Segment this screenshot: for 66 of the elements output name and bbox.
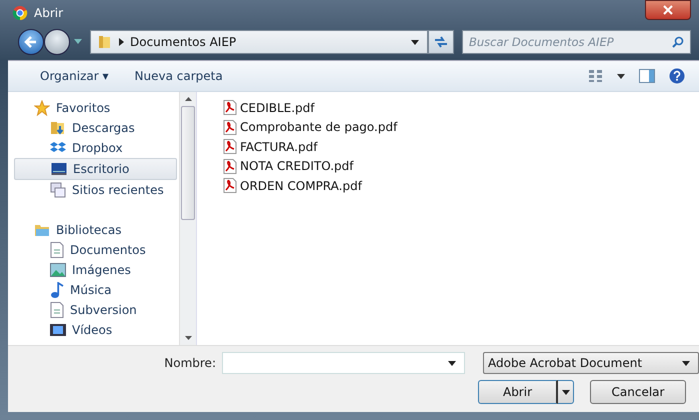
download-folder-icon <box>50 120 66 136</box>
preview-pane-icon[interactable] <box>639 69 655 83</box>
sidebar-item[interactable]: Documentos <box>14 240 179 260</box>
scroll-down-icon <box>184 336 192 340</box>
sidebar-item[interactable]: Sitios recientes <box>14 180 179 200</box>
scrollbar[interactable] <box>179 92 196 345</box>
scroll-up-icon <box>184 97 192 101</box>
open-options-button[interactable] <box>558 380 574 404</box>
music-note-icon <box>50 282 64 298</box>
pdf-file-icon <box>223 139 237 154</box>
caret-icon <box>682 360 690 366</box>
refresh-icon <box>434 36 448 48</box>
address-bar[interactable]: Documentos AIEP <box>90 30 428 54</box>
dropbox-icon <box>50 141 66 155</box>
caret-icon <box>448 360 456 366</box>
file-item[interactable]: ORDEN COMPRA.pdf <box>223 176 398 196</box>
window-title: Abrir <box>34 6 64 20</box>
document-icon <box>50 242 64 258</box>
sidebar-item[interactable]: Dropbox <box>14 138 179 158</box>
back-button[interactable] <box>18 29 44 55</box>
refresh-button[interactable] <box>428 30 454 54</box>
library-folder-icon <box>34 222 50 238</box>
forward-button[interactable] <box>44 29 70 55</box>
file-item[interactable]: CEDIBLE.pdf <box>223 98 398 118</box>
star-icon <box>34 100 50 116</box>
search-field[interactable]: Buscar Documentos AIEP <box>462 30 691 54</box>
open-button[interactable]: Abrir <box>478 380 558 404</box>
sidebar-item[interactable]: Música <box>14 280 179 300</box>
cancel-button[interactable]: Cancelar <box>590 380 686 404</box>
caret-icon[interactable] <box>617 74 625 78</box>
folder-icon <box>97 34 113 50</box>
image-icon <box>50 263 66 277</box>
sidebar-group[interactable]: Bibliotecas <box>8 220 179 240</box>
pdf-file-icon <box>223 100 237 116</box>
sidebar-item[interactable]: Escritorio <box>14 158 177 180</box>
view-icon[interactable] <box>589 70 603 82</box>
pdf-file-icon <box>223 178 237 194</box>
document-icon <box>50 302 64 318</box>
help-icon[interactable] <box>669 68 685 84</box>
close-icon <box>663 5 673 15</box>
close-button[interactable] <box>645 0 691 20</box>
history-caret-icon <box>74 39 82 45</box>
search-icon <box>672 36 684 48</box>
breadcrumb-arrow-icon <box>119 38 124 46</box>
sidebar-item[interactable]: Descargas <box>14 118 179 138</box>
file-item[interactable]: NOTA CREDITO.pdf <box>223 156 398 176</box>
name-label: Nombre: <box>163 356 216 370</box>
caret-icon <box>411 40 419 44</box>
pdf-file-icon <box>223 158 237 174</box>
app-icon <box>12 5 28 21</box>
sidebar-group[interactable]: Favoritos <box>8 98 179 118</box>
file-item[interactable]: FACTURA.pdf <box>223 137 398 156</box>
new-folder-button[interactable]: Nueva carpeta <box>128 67 229 85</box>
file-name-field[interactable] <box>222 352 465 374</box>
caret-icon <box>562 390 570 394</box>
organize-menu-button[interactable]: Organizar ▾ <box>34 67 115 85</box>
sidebar-item[interactable]: Subversion <box>14 300 179 320</box>
file-type-dropdown[interactable]: Adobe Acrobat Document <box>483 352 699 374</box>
sidebar-item[interactable]: Vídeos <box>14 320 179 340</box>
file-item[interactable]: Comprobante de pago.pdf <box>223 118 398 137</box>
video-icon <box>50 323 66 337</box>
pdf-file-icon <box>223 120 237 135</box>
sidebar-item[interactable]: Imágenes <box>14 260 179 280</box>
desktop-icon <box>51 162 67 176</box>
recent-places-icon <box>50 182 66 198</box>
back-arrow-icon <box>24 35 38 49</box>
